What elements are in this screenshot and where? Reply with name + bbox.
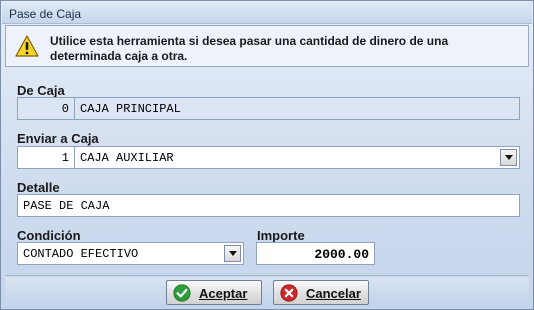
condicion-selected-value: CONTADO EFECTIVO xyxy=(23,247,139,261)
condicion-select[interactable]: CONTADO EFECTIVO xyxy=(17,242,244,265)
de-caja-name-field: CAJA PRINCIPAL xyxy=(74,97,520,120)
enviar-a-caja-dropdown-button[interactable] xyxy=(500,149,517,166)
detalle-label: Detalle xyxy=(17,180,60,195)
condicion-label: Condición xyxy=(17,228,81,243)
de-caja-code-field: 0 xyxy=(17,97,75,120)
enviar-a-caja-code-input[interactable]: 1 xyxy=(17,146,75,169)
cancel-button[interactable]: Cancelar xyxy=(273,280,369,305)
footer-divider xyxy=(5,275,529,276)
cancel-button-label: Cancelar xyxy=(306,286,361,301)
accept-button[interactable]: Aceptar xyxy=(166,280,262,305)
de-caja-label: De Caja xyxy=(17,83,65,98)
importe-input[interactable]: 2000.00 xyxy=(256,242,375,265)
warning-icon xyxy=(15,35,39,57)
window-title: Pase de Caja xyxy=(2,2,532,24)
chevron-down-icon xyxy=(229,251,237,256)
pase-de-caja-dialog: Pase de Caja Utilice esta herramienta si… xyxy=(0,0,534,310)
button-bar: Aceptar Cancelar xyxy=(5,277,529,307)
check-icon xyxy=(173,284,191,302)
chevron-down-icon xyxy=(505,155,513,160)
condicion-dropdown-button[interactable] xyxy=(224,245,241,262)
enviar-a-caja-selected-value: CAJA AUXILIAR xyxy=(80,151,174,165)
banner-text: Utilice esta herramienta si desea pasar … xyxy=(50,34,449,63)
info-banner: Utilice esta herramienta si desea pasar … xyxy=(5,25,529,67)
importe-label: Importe xyxy=(257,228,305,243)
cancel-icon xyxy=(280,284,298,302)
enviar-a-caja-label: Enviar a Caja xyxy=(17,131,99,146)
enviar-a-caja-select[interactable]: CAJA AUXILIAR xyxy=(74,146,520,169)
accept-button-label: Aceptar xyxy=(199,286,248,301)
detalle-input[interactable]: PASE DE CAJA xyxy=(17,194,520,217)
